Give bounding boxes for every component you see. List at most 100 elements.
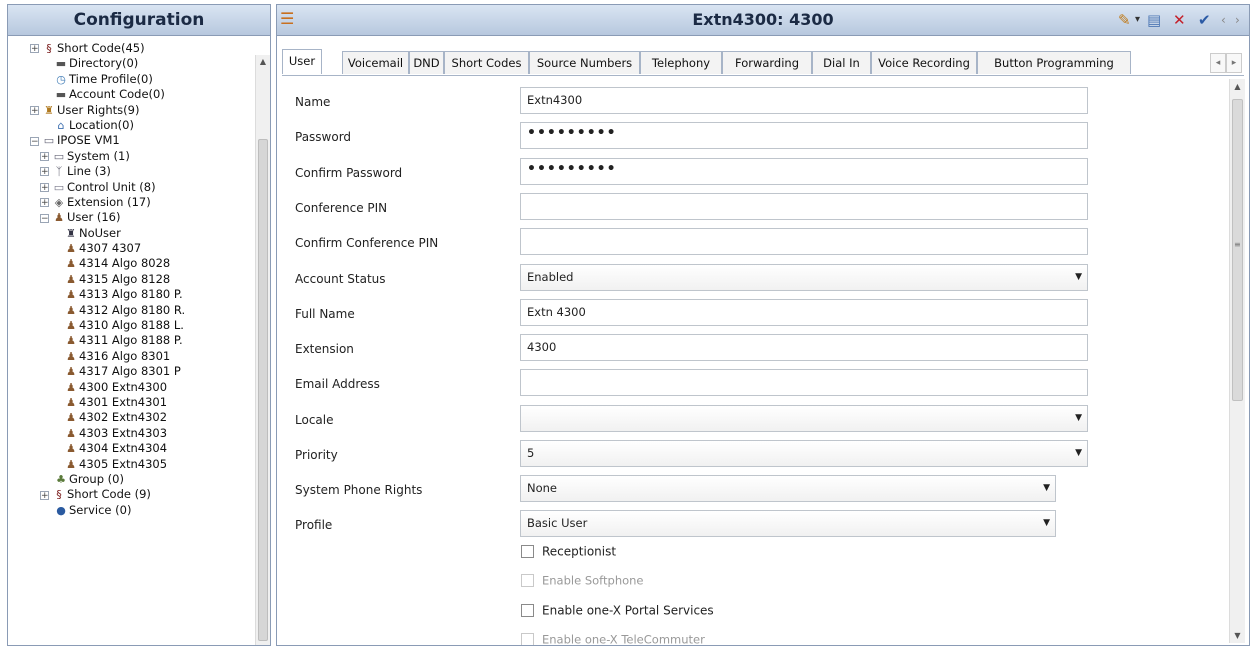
tree-item[interactable]: ● Service (0) — [8, 503, 256, 518]
tree-item[interactable]: − ♟ User (16) — [8, 210, 256, 225]
tree-item[interactable]: ⌂ Location(0) — [8, 118, 256, 133]
email-address-field[interactable] — [520, 369, 1088, 396]
tab-telephony[interactable]: Telephony — [640, 51, 722, 74]
dropdown-arrow-icon[interactable]: ▾ — [1135, 10, 1140, 30]
tab-source-numbers[interactable]: Source Numbers — [529, 51, 640, 74]
expand-icon[interactable]: + — [40, 198, 49, 208]
locale-select[interactable]: ▼ — [520, 405, 1088, 432]
system-phone-rights-select[interactable]: None ▼ — [520, 475, 1056, 502]
tree-item[interactable]: ♟ 4304 Extn4304 — [8, 441, 256, 456]
expand-icon[interactable]: + — [40, 167, 49, 177]
expand-icon[interactable]: + — [40, 151, 49, 161]
password-label: Password — [295, 130, 352, 144]
priority-select[interactable]: 5 ▼ — [520, 440, 1088, 467]
tree-item[interactable]: ♟ 4311 Algo 8188 P. — [8, 333, 256, 348]
tree-item[interactable]: ♟ 4302 Extn4302 — [8, 410, 256, 425]
checkbox-box[interactable] — [521, 545, 534, 558]
tree-item[interactable]: + § Short Code(45) — [8, 41, 256, 56]
server-icon: ▭ — [43, 134, 55, 148]
tree-item[interactable]: ▬ Account Code(0) — [8, 87, 256, 102]
tree-item[interactable]: ♟ 4312 Algo 8180 R. — [8, 303, 256, 318]
tree-item[interactable]: ♟ 4317 Algo 8301 P — [8, 364, 256, 379]
system-icon: ▭ — [53, 149, 65, 163]
tab-voice-recording[interactable]: Voice Recording — [871, 51, 977, 74]
expand-icon[interactable]: + — [30, 105, 39, 115]
details-title: Extn4300: 4300 — [692, 10, 834, 29]
tree-item[interactable]: ♟ 4315 Algo 8128 — [8, 272, 256, 287]
tree-item[interactable]: + § Short Code (9) — [8, 487, 256, 502]
tab-dnd[interactable]: DND — [409, 51, 444, 74]
form-scrollbar[interactable]: ▲ ≡ ▼ — [1229, 79, 1245, 643]
profile-value: Basic User — [527, 516, 588, 530]
user-icon: ♟ — [66, 242, 76, 256]
user-icon: ♟ — [66, 349, 76, 363]
tree-item[interactable]: ♟ 4305 Extn4305 — [8, 457, 256, 472]
tab-short-codes[interactable]: Short Codes — [444, 51, 529, 74]
tree-item[interactable]: + ◈ Extension (17) — [8, 195, 256, 210]
export-icon[interactable]: ▤ — [1147, 10, 1161, 30]
tree-item[interactable]: ♜ NoUser — [8, 226, 256, 241]
tree-item[interactable]: ♟ 4300 Extn4300 — [8, 379, 256, 395]
tab-forwarding[interactable]: Forwarding — [722, 51, 812, 74]
expand-icon[interactable]: + — [30, 44, 39, 54]
password-field[interactable]: ••••••••• — [520, 122, 1088, 149]
delete-icon[interactable]: ✕ — [1173, 10, 1186, 30]
system-phone-rights-label: System Phone Rights — [295, 483, 423, 497]
tree-item-label: Short Code(45) — [57, 41, 145, 55]
tree-item-label: 4314 Algo 8028 — [79, 256, 171, 271]
ok-check-icon[interactable]: ✔ — [1198, 10, 1211, 30]
scroll-down-icon[interactable]: ▼ — [1230, 631, 1245, 640]
tree-item[interactable]: + ᛉ Line (3) — [8, 164, 256, 179]
tree-item[interactable]: ♣ Group (0) — [8, 472, 256, 487]
tab-scroll-left-icon[interactable]: ◂ — [1210, 53, 1226, 73]
confirm-password-field[interactable]: ••••••••• — [520, 158, 1088, 185]
tree-item[interactable]: ♟ 4313 Algo 8180 P. — [8, 287, 256, 302]
enable-onex-portal-checkbox[interactable]: Enable one-X Portal Services — [521, 603, 714, 625]
account-status-select[interactable]: Enabled ▼ — [520, 264, 1088, 291]
name-field[interactable]: Extn4300 — [520, 87, 1088, 114]
tab-button-programming[interactable]: Button Programming — [977, 51, 1131, 74]
tree-item[interactable]: ▬ Directory(0) — [8, 56, 256, 71]
expand-icon[interactable]: + — [40, 490, 49, 500]
checkbox-box[interactable] — [521, 604, 534, 617]
collapse-icon[interactable]: − — [40, 213, 49, 223]
tree-item[interactable]: + ♜ User Rights(9) — [8, 103, 256, 118]
full-name-field[interactable]: Extn 4300 — [520, 299, 1088, 326]
previous-icon[interactable]: ‹ — [1221, 10, 1226, 30]
system-phone-rights-value: None — [527, 481, 558, 495]
receptionist-checkbox[interactable]: Receptionist — [521, 544, 616, 566]
tree-item[interactable]: + ▭ System (1) — [8, 149, 256, 164]
tree-item[interactable]: ♟ 4316 Algo 8301 — [8, 349, 256, 364]
tree-item[interactable]: + ▭ Control Unit (8) — [8, 180, 256, 195]
extension-field[interactable]: 4300 — [520, 334, 1088, 361]
next-icon[interactable]: › — [1235, 10, 1240, 30]
tab-dial-in[interactable]: Dial In — [812, 51, 871, 74]
tab-voicemail[interactable]: Voicemail — [342, 51, 409, 74]
tree-item[interactable]: ♟ 4303 Extn4303 — [8, 426, 256, 441]
directory-icon: ▬ — [55, 57, 67, 71]
scroll-up-icon[interactable]: ▲ — [256, 57, 270, 66]
conference-pin-field[interactable] — [520, 193, 1088, 220]
tree-item[interactable]: ◷ Time Profile(0) — [8, 72, 256, 87]
tree-item[interactable]: − ▭ IPOSE VM1 — [8, 133, 256, 148]
collapse-icon[interactable]: − — [30, 136, 39, 146]
scroll-up-icon[interactable]: ▲ — [1230, 82, 1245, 91]
expand-icon[interactable]: + — [40, 182, 49, 192]
tree-item[interactable]: ♟ 4314 Algo 8028 — [8, 256, 256, 271]
profile-select[interactable]: Basic User ▼ — [520, 510, 1056, 537]
tree-scrollbar[interactable]: ▲ — [255, 55, 270, 645]
user-icon: ♟ — [66, 365, 76, 379]
new-record-icon[interactable]: ✎ — [1118, 10, 1131, 30]
details-header: ☰ Extn4300: 4300 ✎ ▾ ▤ ✕ ✔ ‹ › — [277, 5, 1249, 36]
tree-item[interactable]: ♟ 4301 Extn4301 — [8, 395, 256, 410]
tree-scroll-thumb[interactable] — [258, 139, 268, 641]
form-scroll-thumb[interactable] — [1232, 99, 1243, 401]
tab-user[interactable]: User — [282, 49, 322, 74]
user-icon: ♟ — [66, 288, 76, 302]
user-icon: ♟ — [66, 442, 76, 456]
tree-item[interactable]: ♟ 4310 Algo 8188 L. — [8, 318, 256, 333]
tree-item-label: 4312 Algo 8180 R. — [79, 302, 186, 317]
confirm-conference-pin-field[interactable] — [520, 228, 1088, 255]
tree-item[interactable]: ♟ 4307 4307 — [8, 241, 256, 256]
tab-scroll-right-icon[interactable]: ▸ — [1226, 53, 1242, 73]
